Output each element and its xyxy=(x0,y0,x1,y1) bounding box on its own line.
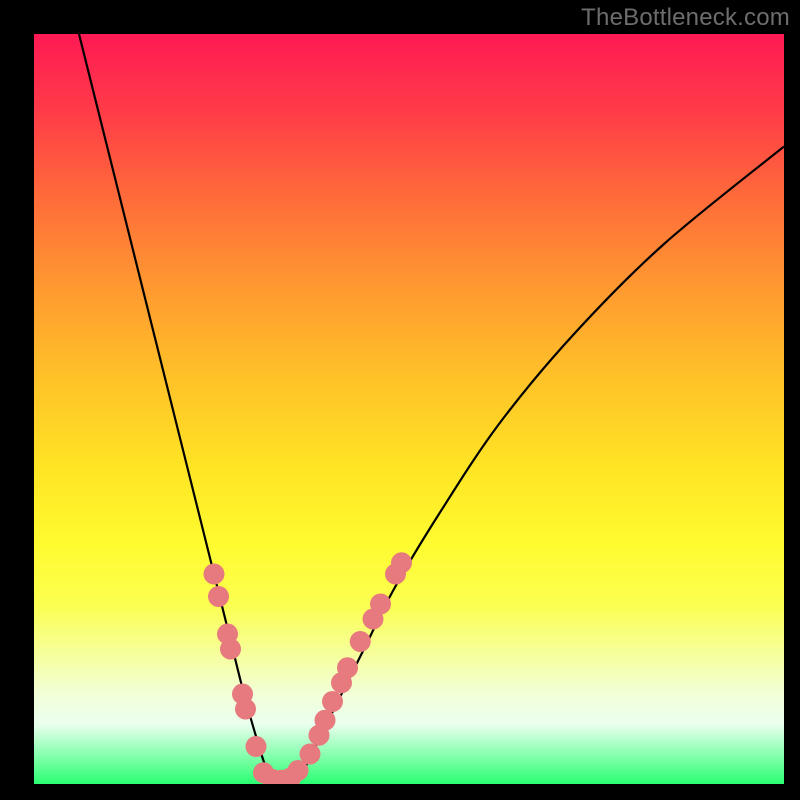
marker-dot xyxy=(315,710,336,731)
chart-svg xyxy=(34,34,784,784)
chart-frame: TheBottleneck.com xyxy=(0,0,800,800)
marker-dot xyxy=(322,691,343,712)
bottleneck-curve-line xyxy=(79,34,784,784)
marker-dot xyxy=(246,736,267,757)
plot-area xyxy=(34,34,784,784)
watermark-text: TheBottleneck.com xyxy=(581,4,790,32)
marker-dot xyxy=(337,657,358,678)
marker-dots xyxy=(204,552,413,784)
marker-dot xyxy=(370,594,391,615)
marker-dot xyxy=(391,552,412,573)
marker-dot xyxy=(220,639,241,660)
marker-dot xyxy=(350,631,371,652)
marker-dot xyxy=(235,699,256,720)
marker-dot xyxy=(300,744,321,765)
marker-dot xyxy=(204,564,225,585)
marker-dot xyxy=(208,586,229,607)
